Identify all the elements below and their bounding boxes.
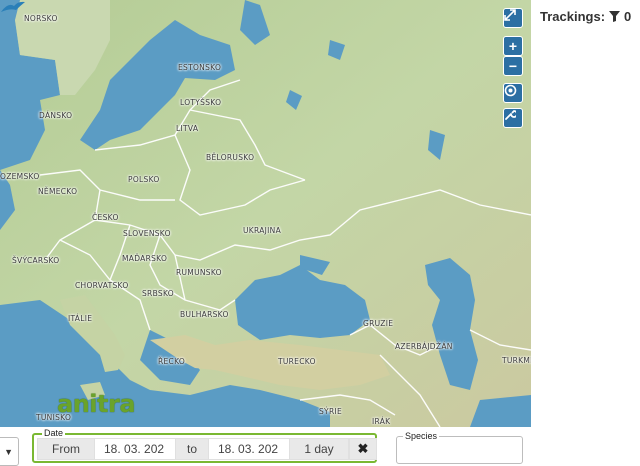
zoom-in-button[interactable]: + (503, 36, 523, 56)
country-label: ŠVÝCARSKO (12, 256, 60, 265)
country-label: NORSKO (24, 14, 58, 23)
settings-button[interactable] (503, 108, 523, 128)
country-label: LOTYŠSKO (180, 98, 222, 107)
from-date-input[interactable]: 18. 03. 202 (95, 438, 175, 460)
range-length-button[interactable]: 1 day (289, 438, 349, 460)
country-label: GRUZIE (363, 319, 394, 328)
clear-date-button[interactable]: ✖ (349, 438, 377, 460)
zoom-out-button[interactable]: − (503, 56, 523, 76)
country-label: SÝRIE (319, 407, 343, 416)
to-label: to (175, 438, 209, 460)
target-icon (504, 84, 517, 97)
country-label: SLOVENSKO (123, 229, 171, 238)
date-filter: Date From 18. 03. 202 to 18. 03. 202 1 d… (32, 428, 377, 463)
chevron-down-icon: ▼ (4, 447, 13, 457)
expand-arrows-icon (504, 9, 516, 21)
trackings-header: Trackings: 0 (540, 9, 631, 24)
country-label: ITÁLIE (68, 314, 93, 323)
date-range-row: From 18. 03. 202 to 18. 03. 202 1 day ✖ (37, 438, 377, 460)
locate-button[interactable] (503, 83, 523, 103)
from-label: From (37, 438, 95, 460)
wrench-icon (505, 110, 516, 120)
country-label: AZERBÁJDŽÁN (395, 342, 453, 351)
country-label: ČESKO (92, 213, 119, 222)
country-label: SRBSKO (142, 289, 174, 298)
anitra-logo: anitra (57, 390, 136, 418)
map-view[interactable]: NORSKO ESTONSKO LOTYŠSKO DÁNSKO LITVA BĚ… (0, 0, 531, 427)
country-label: CHORVATSKO (75, 281, 129, 290)
species-legend: Species (403, 431, 440, 441)
logo-bird-icon (1, 1, 25, 12)
fullscreen-button[interactable] (503, 8, 523, 28)
country-label: BĚLORUSKO (206, 153, 255, 162)
layer-select[interactable]: ▼ (0, 437, 19, 466)
country-label: IRÁK (372, 417, 391, 426)
country-label: NĚMECKO (38, 187, 78, 196)
country-label: OZEMSKO (0, 172, 40, 181)
species-filter[interactable]: Species (396, 431, 523, 464)
country-label: LITVA (176, 124, 199, 133)
trackings-title: Trackings: (540, 9, 606, 24)
date-legend: Date (42, 428, 66, 438)
country-label: TURECKO (278, 357, 316, 366)
filter-icon[interactable] (609, 11, 621, 22)
trackings-count: 0 (624, 9, 632, 24)
to-date-input[interactable]: 18. 03. 202 (209, 438, 289, 460)
country-label: RUMUNSKO (176, 268, 222, 277)
country-label: MAĎARSKO (122, 254, 168, 263)
country-label: UKRAJINA (243, 226, 282, 235)
country-label: ESTONSKO (178, 63, 222, 72)
close-icon: ✖ (357, 441, 369, 456)
country-label: POLSKO (128, 175, 160, 184)
country-label: ŘECKO (158, 357, 186, 366)
map-tiles (0, 0, 531, 427)
country-label: TURKME (502, 356, 531, 365)
country-label: BULHARSKO (180, 310, 229, 319)
country-label: DÁNSKO (39, 111, 73, 120)
